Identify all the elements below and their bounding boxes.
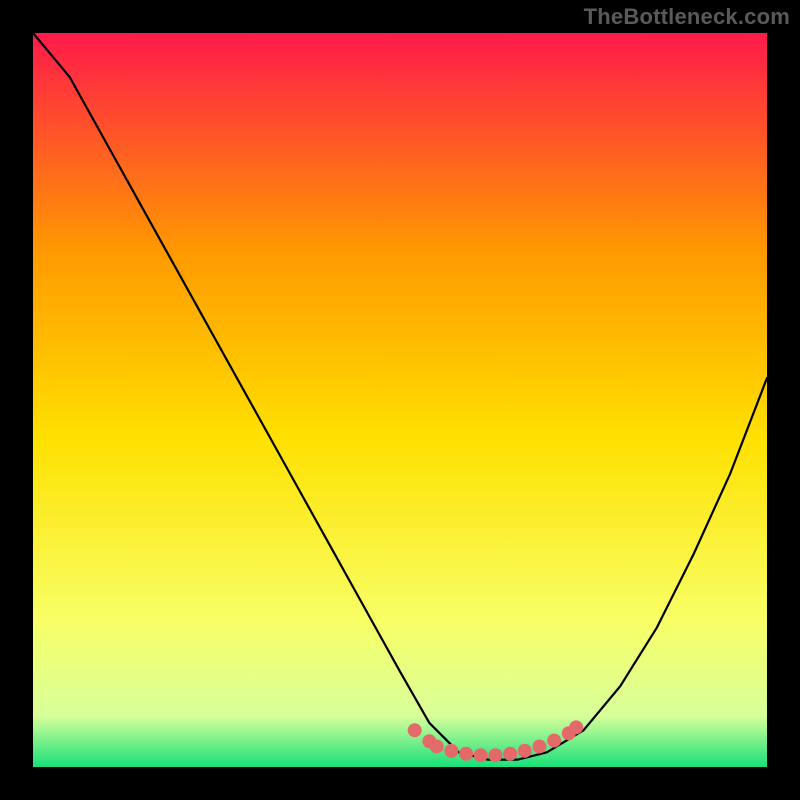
chart-svg (0, 0, 800, 800)
marker-dot (569, 720, 583, 734)
marker-dot (488, 748, 502, 762)
marker-dot (444, 744, 458, 758)
marker-dot (430, 739, 444, 753)
plot-background (33, 33, 767, 767)
marker-dot (532, 739, 546, 753)
chart-stage: TheBottleneck.com (0, 0, 800, 800)
marker-dot (408, 723, 422, 737)
marker-dot (518, 744, 532, 758)
marker-dot (459, 747, 473, 761)
marker-dot (547, 734, 561, 748)
marker-dot (474, 748, 488, 762)
marker-dot (503, 747, 517, 761)
